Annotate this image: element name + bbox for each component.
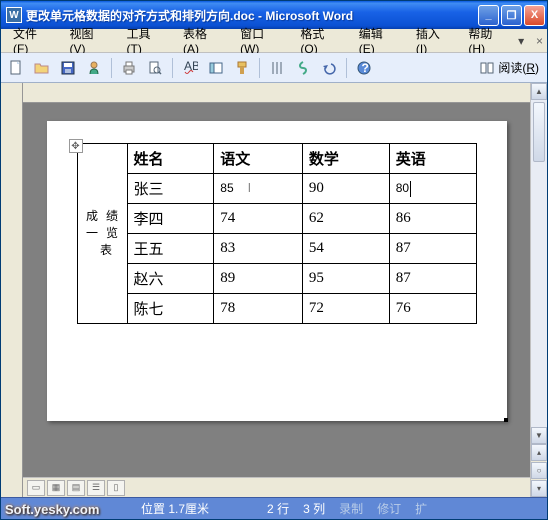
reading-icon <box>479 60 495 76</box>
cell[interactable]: 87 <box>389 234 476 264</box>
status-rec[interactable]: 录制 <box>339 500 363 517</box>
table-title-cell[interactable]: 成绩 一览 表 <box>77 144 127 324</box>
status-position: 位置 1.7厘米 <box>141 500 209 517</box>
menu-bar: 文件(F) 视图(V) 工具(T) 表格(A) 窗口(W) 格式(O) 编辑(E… <box>1 29 547 53</box>
table-row: 王五 83 54 87 <box>77 234 476 264</box>
text-cursor <box>410 181 411 197</box>
next-page-button[interactable]: ▾ <box>531 480 547 497</box>
col-math[interactable]: 数学 <box>302 144 389 174</box>
spelling-button[interactable]: AB <box>179 57 201 79</box>
vertical-ruler[interactable] <box>1 83 23 497</box>
scroll-thumb[interactable] <box>533 102 545 162</box>
separator <box>346 58 347 78</box>
print-layout-button[interactable]: ▤ <box>67 480 85 496</box>
cell[interactable]: 95 <box>302 264 389 294</box>
table-row: 赵六 89 95 87 <box>77 264 476 294</box>
reading-label: 阅读(R) <box>498 59 539 76</box>
save-button[interactable] <box>57 57 79 79</box>
prev-page-button[interactable]: ▴ <box>531 444 547 461</box>
table-row: 陈七 78 72 76 <box>77 294 476 324</box>
app-icon: W <box>6 7 22 23</box>
page-scroll[interactable]: ✥ 成绩 一览 表 姓名 语文 <box>23 103 530 477</box>
cell[interactable]: 74 <box>214 204 303 234</box>
separator <box>172 58 173 78</box>
canvas-wrap: ✥ 成绩 一览 表 姓名 语文 <box>23 83 530 497</box>
table-row: 李四 74 62 86 <box>77 204 476 234</box>
cell[interactable]: 76 <box>389 294 476 324</box>
table-header-row: 成绩 一览 表 姓名 语文 数学 英语 <box>77 144 476 174</box>
print-button[interactable] <box>118 57 140 79</box>
horizontal-ruler[interactable] <box>23 83 530 103</box>
cell[interactable]: 85Ⅰ <box>214 174 303 204</box>
document-area: ✥ 成绩 一览 表 姓名 语文 <box>1 83 547 497</box>
cell[interactable]: 78 <box>214 294 303 324</box>
status-bar: Soft.yesky.com 位置 1.7厘米 2 行 3 列 录制 修订 扩 <box>1 497 547 519</box>
cell[interactable]: 80 <box>389 174 476 204</box>
window-title: 更改单元格数据的对齐方式和排列方向.doc - Microsoft Word <box>26 7 478 24</box>
outline-view-button[interactable]: ☰ <box>87 480 105 496</box>
col-english[interactable]: 英语 <box>389 144 476 174</box>
table-move-handle[interactable]: ✥ <box>69 139 83 153</box>
open-button[interactable] <box>31 57 53 79</box>
format-painter-button[interactable] <box>231 57 253 79</box>
undo-button[interactable] <box>318 57 340 79</box>
status-line: 2 行 <box>267 500 289 517</box>
preview-button[interactable] <box>144 57 166 79</box>
watermark-text: Soft.yesky.com <box>5 502 99 517</box>
grades-table[interactable]: 成绩 一览 表 姓名 语文 数学 英语 张三 <box>77 143 477 324</box>
view-buttons-bar: ▭ ▦ ▤ ☰ ▯ <box>23 477 530 497</box>
status-rev[interactable]: 修订 <box>377 500 401 517</box>
table-row: 张三 85Ⅰ 90 80 <box>77 174 476 204</box>
permission-button[interactable] <box>83 57 105 79</box>
cell[interactable]: 86 <box>389 204 476 234</box>
scroll-down-button[interactable]: ▼ <box>531 427 547 444</box>
help-button[interactable]: ? <box>353 57 375 79</box>
standard-toolbar: AB ? 阅读(R) <box>1 53 547 83</box>
close-button[interactable]: X <box>524 5 545 26</box>
cell[interactable]: 陈七 <box>127 294 214 324</box>
document-page[interactable]: ✥ 成绩 一览 表 姓名 语文 <box>47 121 507 421</box>
i-beam-cursor-icon: Ⅰ <box>248 181 252 195</box>
svg-text:AB: AB <box>184 60 198 73</box>
web-view-button[interactable]: ▦ <box>47 480 65 496</box>
cell[interactable]: 李四 <box>127 204 214 234</box>
cell[interactable]: 张三 <box>127 174 214 204</box>
separator <box>259 58 260 78</box>
cell[interactable]: 87 <box>389 264 476 294</box>
status-col: 3 列 <box>303 500 325 517</box>
cell[interactable]: 54 <box>302 234 389 264</box>
col-name[interactable]: 姓名 <box>127 144 214 174</box>
reading-view-button[interactable]: ▯ <box>107 480 125 496</box>
normal-view-button[interactable]: ▭ <box>27 480 45 496</box>
menu-overflow[interactable]: ▾ <box>518 34 524 48</box>
cell[interactable]: 83 <box>214 234 303 264</box>
close-doc-x[interactable]: × <box>536 34 543 48</box>
research-button[interactable] <box>205 57 227 79</box>
cell[interactable]: 62 <box>302 204 389 234</box>
cell[interactable]: 90 <box>302 174 389 204</box>
separator <box>111 58 112 78</box>
app-window: W 更改单元格数据的对齐方式和排列方向.doc - Microsoft Word… <box>0 0 548 520</box>
svg-text:?: ? <box>362 61 369 75</box>
col-chinese[interactable]: 语文 <box>214 144 303 174</box>
scroll-up-button[interactable]: ▲ <box>531 83 547 100</box>
browse-object-button[interactable]: ○ <box>531 462 547 479</box>
vertical-scrollbar[interactable]: ▲ ▼ ▴ ○ ▾ <box>530 83 547 497</box>
cell[interactable]: 赵六 <box>127 264 214 294</box>
cell[interactable]: 89 <box>214 264 303 294</box>
status-ext[interactable]: 扩 <box>415 500 427 517</box>
cell[interactable]: 72 <box>302 294 389 324</box>
cell[interactable]: 王五 <box>127 234 214 264</box>
browse-buttons: ▴ ○ ▾ <box>531 444 547 497</box>
show-marks-button[interactable] <box>266 57 288 79</box>
reading-mode-button[interactable]: 阅读(R) <box>475 59 543 76</box>
title-vertical: 成绩 一览 表 <box>84 208 121 258</box>
scroll-track[interactable] <box>531 100 547 427</box>
ruler-button[interactable] <box>292 57 314 79</box>
new-doc-button[interactable] <box>5 57 27 79</box>
